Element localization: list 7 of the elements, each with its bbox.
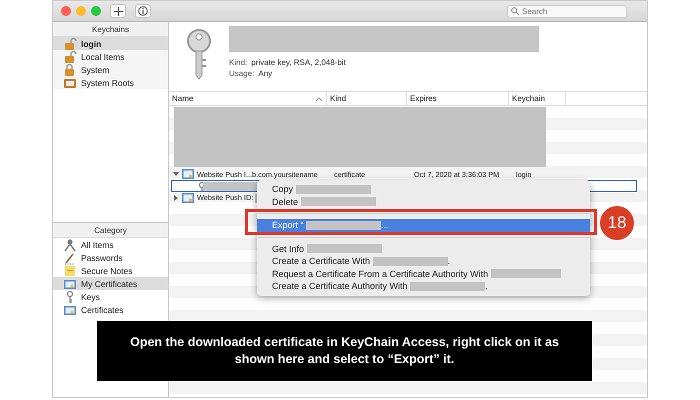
field-label: Kind:	[229, 58, 248, 67]
sidebar-header: Keychains	[53, 22, 168, 37]
sidebar-header: Category	[53, 223, 168, 238]
caption: Open the downloaded certificate in KeyChain Access, right click on it as shown here and select to “Export” it.	[97, 321, 592, 381]
field-value: private key, RSA, 2,048-bit	[251, 58, 346, 67]
field-label: Usage:	[229, 69, 254, 78]
field-value: Any	[258, 69, 272, 78]
